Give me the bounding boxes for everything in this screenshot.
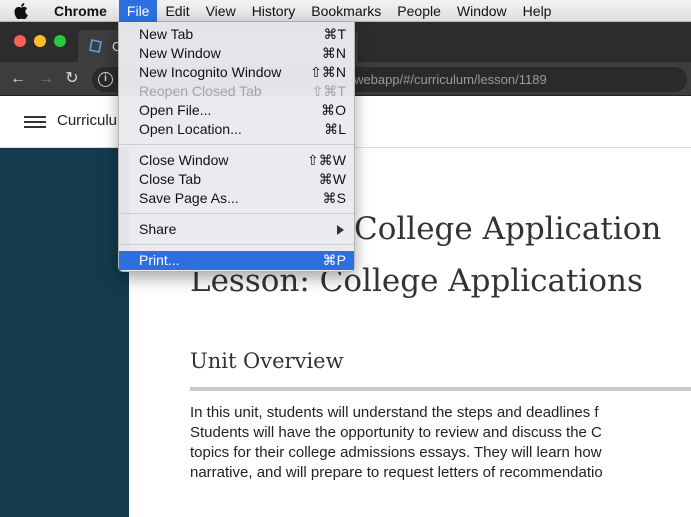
menu-item-label: Open File...: [139, 102, 212, 118]
menu-bookmarks[interactable]: Bookmarks: [303, 0, 389, 22]
menu-item-share[interactable]: Share: [119, 220, 354, 239]
overview-line: Students will have the opportunity to re…: [190, 424, 602, 441]
section-divider: [190, 387, 691, 391]
menu-item-new-tab[interactable]: New Tab ⌘T: [119, 25, 354, 44]
back-arrow-icon[interactable]: ←: [8, 69, 28, 89]
close-window-icon[interactable]: [14, 35, 26, 47]
section-heading: Unit Overview: [190, 349, 344, 373]
menu-item-shortcut: ⌘O: [321, 102, 346, 118]
menu-item-shortcut: ⌘N: [321, 45, 346, 61]
menu-item-shortcut: ⇧⌘N: [310, 64, 346, 80]
site-info-icon[interactable]: i: [98, 72, 113, 87]
menu-history[interactable]: History: [244, 0, 304, 22]
menu-item-shortcut: ⌘T: [323, 26, 346, 42]
menu-item-shortcut: ⇧⌘T: [311, 83, 346, 99]
menu-item-shortcut: ⌘P: [322, 252, 346, 268]
menu-separator: [119, 213, 354, 214]
overview-line: topics for their college admissions essa…: [190, 444, 602, 461]
menu-item-label: Open Location...: [139, 121, 242, 137]
hamburger-menu-icon[interactable]: [24, 116, 46, 128]
app-brand[interactable]: Curriculu: [57, 112, 117, 129]
menu-item-print[interactable]: Print... ⌘P: [119, 251, 354, 270]
menu-app-name[interactable]: Chrome: [42, 0, 119, 22]
menu-item-label: New Window: [139, 45, 221, 61]
menu-item-label: Save Page As...: [139, 190, 239, 206]
tab-favicon-icon: [89, 39, 102, 53]
menu-item-label: New Tab: [139, 26, 194, 42]
menu-item-label: Close Tab: [139, 171, 202, 187]
forward-arrow-icon[interactable]: →: [36, 69, 56, 89]
menu-item-shortcut: ⌘W: [318, 171, 346, 187]
menu-file[interactable]: File: [118, 0, 158, 22]
menu-edit[interactable]: Edit: [157, 0, 197, 22]
menu-item-new-incognito-window[interactable]: New Incognito Window ⇧⌘N: [119, 63, 354, 82]
menu-separator: [119, 144, 354, 145]
menu-window[interactable]: Window: [449, 0, 515, 22]
menu-item-shortcut: ⌘S: [322, 190, 346, 206]
submenu-arrow-icon: [337, 225, 344, 235]
overview-line: In this unit, students will understand t…: [190, 404, 599, 421]
overview-line: narrative, and will prepare to request l…: [190, 464, 603, 481]
reload-icon[interactable]: ↻: [62, 69, 82, 89]
minimize-window-icon[interactable]: [34, 35, 46, 47]
menu-people[interactable]: People: [389, 0, 449, 22]
file-menu-dropdown: New Tab ⌘T New Window ⌘N New Incognito W…: [118, 22, 355, 272]
menu-item-save-page-as[interactable]: Save Page As... ⌘S: [119, 189, 354, 208]
menu-item-new-window[interactable]: New Window ⌘N: [119, 44, 354, 63]
menu-item-open-file[interactable]: Open File... ⌘O: [119, 101, 354, 120]
menu-item-shortcut: ⌘L: [324, 121, 346, 137]
menu-view[interactable]: View: [198, 0, 244, 22]
menu-item-label: New Incognito Window: [139, 64, 282, 80]
menu-item-open-location[interactable]: Open Location... ⌘L: [119, 120, 354, 139]
menu-item-close-window[interactable]: Close Window ⇧⌘W: [119, 151, 354, 170]
apple-menu-icon[interactable]: [0, 2, 42, 19]
menu-item-reopen-closed-tab: Reopen Closed Tab ⇧⌘T: [119, 82, 354, 101]
address-url: webapp/#/curriculum/lesson/1189: [354, 72, 547, 87]
unit-title: College Application: [354, 211, 662, 247]
menu-item-shortcut: ⇧⌘W: [307, 152, 346, 168]
menu-item-label: Close Window: [139, 152, 229, 168]
menu-item-label: Reopen Closed Tab: [139, 83, 262, 99]
system-menu-bar: Chrome File Edit View History Bookmarks …: [0, 0, 691, 22]
menu-help[interactable]: Help: [515, 0, 560, 22]
fullscreen-window-icon[interactable]: [54, 35, 66, 47]
sidebar: [0, 148, 129, 517]
menu-separator: [119, 244, 354, 245]
menu-item-label: Share: [139, 221, 177, 237]
unit-overview-text: In this unit, students will understand t…: [190, 403, 691, 483]
menu-item-close-tab[interactable]: Close Tab ⌘W: [119, 170, 354, 189]
menu-item-label: Print...: [139, 252, 180, 268]
